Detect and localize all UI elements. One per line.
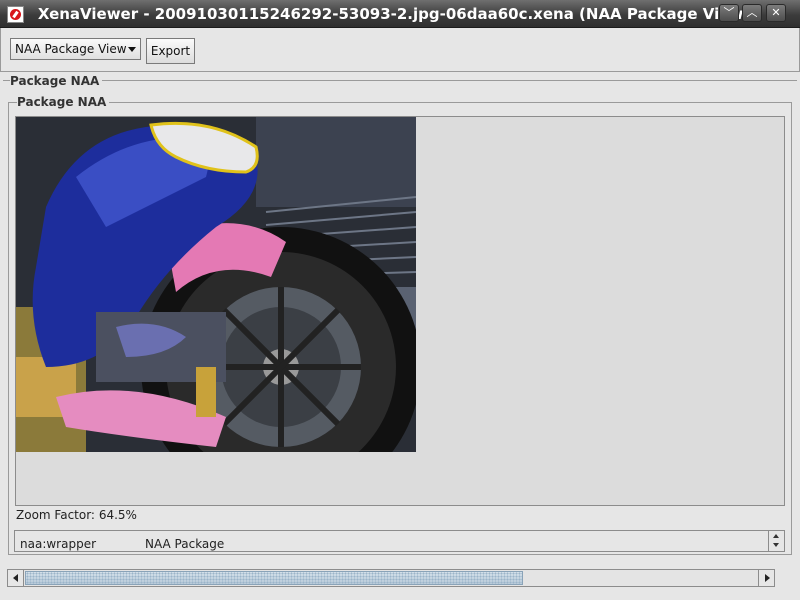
close-button[interactable]: ✕ — [766, 4, 786, 22]
horizontal-scrollbar[interactable] — [7, 569, 775, 587]
export-button[interactable]: Export — [146, 38, 195, 64]
scrollbar-thumb[interactable] — [25, 571, 523, 585]
minimize-button[interactable]: ﹀ — [719, 4, 739, 22]
maximize-button[interactable]: ︿ — [742, 4, 762, 22]
motorcycle-photo — [16, 117, 416, 452]
property-key: naa:wrapper — [20, 537, 97, 551]
scroll-left-button[interactable] — [8, 570, 24, 586]
spinner-down-icon[interactable] — [773, 543, 779, 547]
arrow-left-icon — [13, 574, 18, 582]
zoom-factor-label: Zoom Factor: — [16, 508, 95, 522]
package-inner-title: Package NAA — [17, 95, 110, 109]
package-image — [16, 117, 416, 452]
properties-spinner[interactable] — [768, 531, 783, 551]
toolbar: NAA Package View — [0, 28, 800, 72]
dropdown-arrow-icon — [128, 47, 136, 52]
zoom-factor: Zoom Factor: 64.5% — [16, 508, 137, 522]
package-panel-title: Package NAA — [10, 74, 103, 88]
window-title: XenaViewer - 20091030115246292-53093-2.j… — [37, 5, 751, 23]
scroll-right-button[interactable] — [758, 570, 774, 586]
arrow-right-icon — [765, 574, 770, 582]
title-bar: XenaViewer - 20091030115246292-53093-2.j… — [0, 0, 800, 28]
view-select-value: NAA Package View — [15, 42, 127, 56]
zoom-factor-value: 64.5% — [98, 508, 137, 522]
spinner-up-icon[interactable] — [773, 534, 779, 538]
view-select[interactable]: NAA Package View — [10, 38, 141, 60]
properties-list[interactable] — [14, 530, 785, 552]
property-value: NAA Package — [145, 537, 225, 551]
